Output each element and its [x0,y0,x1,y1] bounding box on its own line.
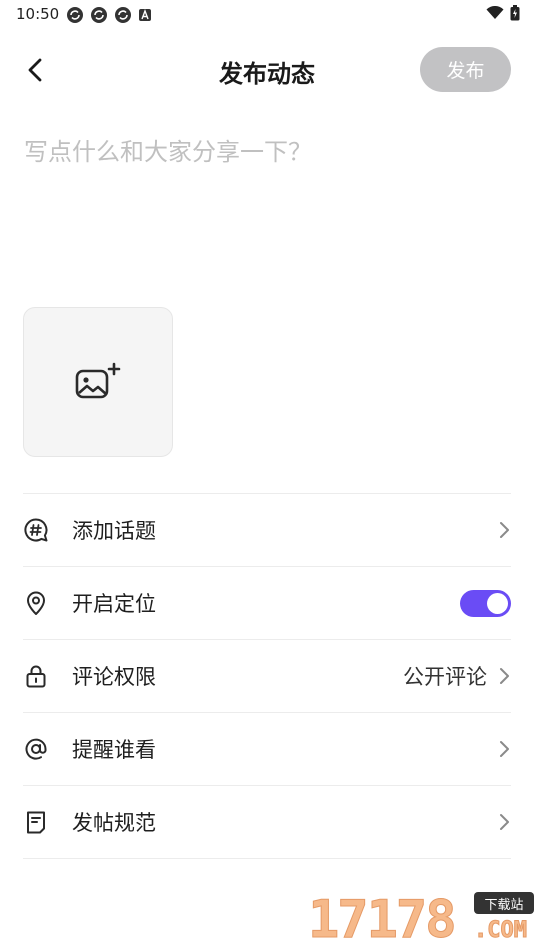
comment-permission-row[interactable]: 评论权限 公开评论 [23,639,511,712]
a-icon [139,9,151,21]
posting-rules-label: 发帖规范 [72,811,156,835]
chevron-right-icon [500,668,509,684]
header: 发布动态 发布 [0,40,534,100]
chevron-right-icon [500,741,509,757]
at-icon [23,736,49,762]
location-pin-icon [23,590,49,616]
settings-list: 添加话题 开启定位 评论权限 公开评论 提醒谁看 发帖规范 [23,493,511,859]
comment-permission-label: 评论权限 [72,665,156,689]
battery-icon [510,5,520,21]
site-watermark: 17178 下载站 .COM [308,888,534,950]
watermark-digits: 17178 [308,890,458,950]
chevron-right-icon [500,522,509,538]
sync-icon [91,7,107,23]
status-bar: 10:50 [0,0,534,28]
post-content-input[interactable] [24,132,510,282]
comment-permission-value: 公开评论 [403,665,487,689]
publish-button[interactable]: 发布 [420,47,511,92]
location-toggle[interactable] [460,589,511,617]
lock-icon [23,663,49,689]
hashtag-bubble-icon [23,517,49,543]
add-image-button[interactable] [23,307,173,457]
wifi-icon [486,6,504,19]
system-icons [486,5,520,21]
sync-icon [115,7,131,23]
location-label: 开启定位 [72,592,156,616]
watermark-badge: 下载站 [474,892,534,914]
add-topic-row[interactable]: 添加话题 [23,493,511,566]
add-image-icon [75,362,121,399]
add-topic-label: 添加话题 [72,519,156,543]
watermark-suffix: .COM [474,918,528,944]
toggle-knob [487,592,508,614]
document-icon [23,809,49,835]
notification-icons [66,6,152,24]
mention-row[interactable]: 提醒谁看 [23,712,511,785]
chevron-right-icon [500,814,509,830]
location-row: 开启定位 [23,566,511,639]
posting-rules-row[interactable]: 发帖规范 [23,785,511,859]
mention-label: 提醒谁看 [72,738,156,762]
status-time: 10:50 [16,5,60,23]
sync-icon [67,7,83,23]
